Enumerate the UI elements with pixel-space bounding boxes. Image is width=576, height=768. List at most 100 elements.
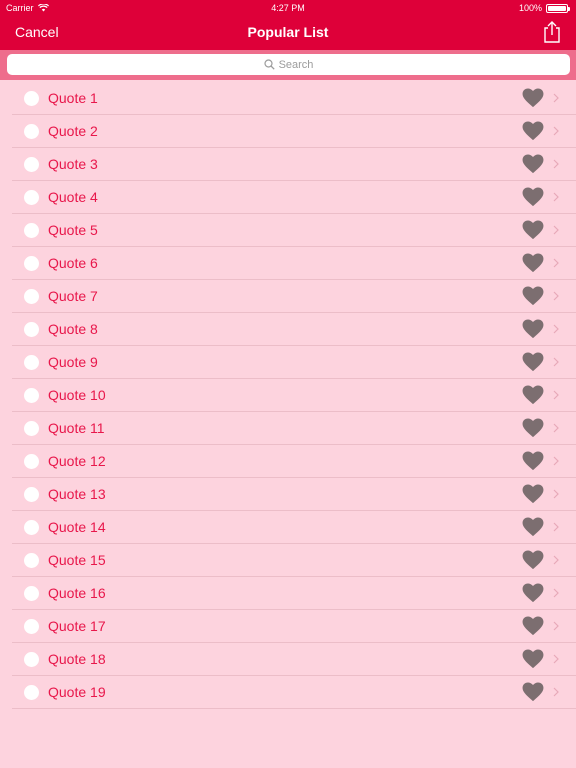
heart-icon[interactable] xyxy=(522,649,544,669)
select-circle[interactable] xyxy=(24,487,39,502)
search-input[interactable]: Search xyxy=(7,54,570,75)
list-item[interactable]: Quote 4 xyxy=(0,181,576,214)
heart-icon[interactable] xyxy=(522,517,544,537)
navigation-bar: Cancel Popular List xyxy=(0,16,576,50)
quote-label: Quote 16 xyxy=(48,585,106,601)
list-item[interactable]: Quote 5 xyxy=(0,214,576,247)
quote-list: Quote 1 Quote 2 Quote 3 Quote 4 Quote 5 Quote… xyxy=(0,82,576,709)
heart-icon[interactable] xyxy=(522,418,544,438)
quote-label: Quote 14 xyxy=(48,519,106,535)
select-circle[interactable] xyxy=(24,124,39,139)
select-circle[interactable] xyxy=(24,685,39,700)
select-circle[interactable] xyxy=(24,190,39,205)
chevron-right-icon xyxy=(553,588,559,598)
heart-icon[interactable] xyxy=(522,187,544,207)
chevron-right-icon xyxy=(553,555,559,565)
list-item[interactable]: Quote 2 xyxy=(0,115,576,148)
quote-label: Quote 6 xyxy=(48,255,98,271)
list-item[interactable]: Quote 11 xyxy=(0,412,576,445)
heart-icon[interactable] xyxy=(522,220,544,240)
chevron-right-icon xyxy=(553,456,559,466)
heart-icon[interactable] xyxy=(522,451,544,471)
select-circle[interactable] xyxy=(24,619,39,634)
quote-label: Quote 18 xyxy=(48,651,106,667)
list-item[interactable]: Quote 13 xyxy=(0,478,576,511)
heart-icon[interactable] xyxy=(522,88,544,108)
select-circle[interactable] xyxy=(24,652,39,667)
chevron-right-icon xyxy=(553,522,559,532)
list-item[interactable]: Quote 12 xyxy=(0,445,576,478)
status-time: 4:27 PM xyxy=(271,3,305,13)
chevron-right-icon xyxy=(553,687,559,697)
status-right: 100% xyxy=(518,0,570,16)
heart-icon[interactable] xyxy=(522,154,544,174)
quote-label: Quote 1 xyxy=(48,90,98,106)
select-circle[interactable] xyxy=(24,322,39,337)
heart-icon[interactable] xyxy=(522,682,544,702)
list-item[interactable]: Quote 14 xyxy=(0,511,576,544)
select-circle[interactable] xyxy=(24,586,39,601)
heart-icon[interactable] xyxy=(522,550,544,570)
chevron-right-icon xyxy=(553,654,559,664)
list-item[interactable]: Quote 15 xyxy=(0,544,576,577)
list-item[interactable]: Quote 16 xyxy=(0,577,576,610)
chevron-right-icon xyxy=(553,423,559,433)
heart-icon[interactable] xyxy=(522,484,544,504)
list-item[interactable]: Quote 3 xyxy=(0,148,576,181)
app-header: Carrier 4:27 PM 100% Cancel Popular List xyxy=(0,0,576,50)
list-item[interactable]: Quote 1 xyxy=(0,82,576,115)
heart-icon[interactable] xyxy=(522,121,544,141)
select-circle[interactable] xyxy=(24,157,39,172)
chevron-right-icon xyxy=(553,324,559,334)
select-circle[interactable] xyxy=(24,553,39,568)
select-circle[interactable] xyxy=(24,355,39,370)
quote-label: Quote 4 xyxy=(48,189,98,205)
select-circle[interactable] xyxy=(24,91,39,106)
list-item[interactable]: Quote 9 xyxy=(0,346,576,379)
quote-label: Quote 17 xyxy=(48,618,106,634)
battery-percent: 100% xyxy=(518,3,542,13)
select-circle[interactable] xyxy=(24,223,39,238)
heart-icon[interactable] xyxy=(522,253,544,273)
chevron-right-icon xyxy=(553,192,559,202)
chevron-right-icon xyxy=(553,621,559,631)
share-icon[interactable] xyxy=(541,20,563,44)
chevron-right-icon xyxy=(553,126,559,136)
list-item[interactable]: Quote 18 xyxy=(0,643,576,676)
list-item[interactable]: Quote 10 xyxy=(0,379,576,412)
chevron-right-icon xyxy=(553,159,559,169)
heart-icon[interactable] xyxy=(522,352,544,372)
search-icon xyxy=(263,59,275,70)
list-item[interactable]: Quote 19 xyxy=(0,676,576,709)
list-item[interactable]: Quote 17 xyxy=(0,610,576,643)
select-circle[interactable] xyxy=(24,421,39,436)
quote-label: Quote 10 xyxy=(48,387,106,403)
heart-icon[interactable] xyxy=(522,319,544,339)
battery-icon xyxy=(546,3,570,13)
search-placeholder: Search xyxy=(278,58,314,71)
select-circle[interactable] xyxy=(24,256,39,271)
status-bar: Carrier 4:27 PM 100% xyxy=(0,0,576,16)
heart-icon[interactable] xyxy=(522,286,544,306)
heart-icon[interactable] xyxy=(522,583,544,603)
quote-label: Quote 7 xyxy=(48,288,98,304)
select-circle[interactable] xyxy=(24,520,39,535)
quote-label: Quote 13 xyxy=(48,486,106,502)
quote-label: Quote 15 xyxy=(48,552,106,568)
chevron-right-icon xyxy=(553,291,559,301)
page-title: Popular List xyxy=(247,24,329,40)
heart-icon[interactable] xyxy=(522,385,544,405)
select-circle[interactable] xyxy=(24,388,39,403)
search-bar: Search xyxy=(0,50,576,80)
chevron-right-icon xyxy=(553,225,559,235)
chevron-right-icon xyxy=(553,357,559,367)
select-circle[interactable] xyxy=(24,289,39,304)
quote-label: Quote 3 xyxy=(48,156,98,172)
list-item[interactable]: Quote 6 xyxy=(0,247,576,280)
heart-icon[interactable] xyxy=(522,616,544,636)
list-item[interactable]: Quote 8 xyxy=(0,313,576,346)
select-circle[interactable] xyxy=(24,454,39,469)
list-item[interactable]: Quote 7 xyxy=(0,280,576,313)
chevron-right-icon xyxy=(553,258,559,268)
chevron-right-icon xyxy=(553,390,559,400)
